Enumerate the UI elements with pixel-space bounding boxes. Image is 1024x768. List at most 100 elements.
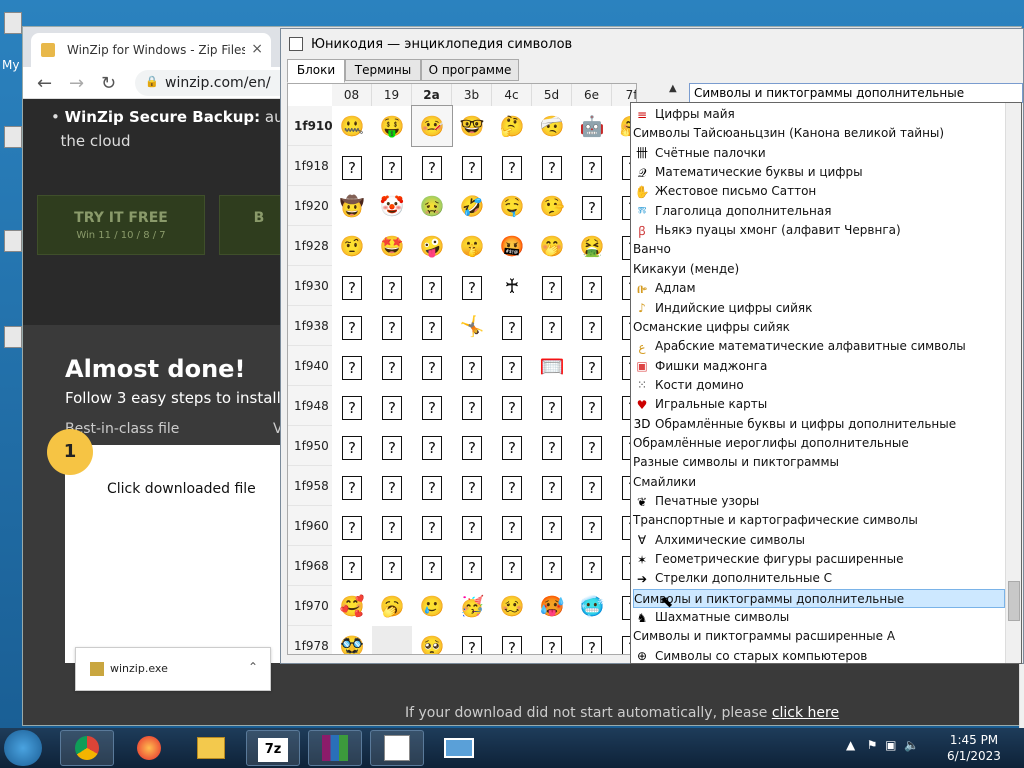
character-cell[interactable]: ? bbox=[372, 266, 412, 306]
start-button[interactable] bbox=[4, 730, 42, 766]
browser-tab[interactable]: WinZip for Windows - Zip Files, U × bbox=[31, 33, 271, 67]
character-cell[interactable]: ? bbox=[532, 626, 572, 654]
character-cell[interactable]: ? bbox=[572, 306, 612, 346]
character-cell[interactable]: 🥶 bbox=[572, 586, 612, 626]
character-cell[interactable]: 🤥 bbox=[532, 186, 572, 226]
character-cell[interactable]: 🥺 bbox=[412, 626, 452, 654]
character-cell[interactable]: ? bbox=[372, 346, 412, 386]
dropdown-scrollbar[interactable] bbox=[1005, 103, 1021, 663]
character-cell[interactable]: 🥸 bbox=[332, 626, 372, 654]
character-cell[interactable]: ? bbox=[492, 626, 532, 654]
character-cell[interactable]: 🤤 bbox=[492, 186, 532, 226]
character-cell[interactable]: ? bbox=[332, 146, 372, 186]
character-cell[interactable]: 🤢 bbox=[412, 186, 452, 226]
dropdown-option[interactable]: ⁙ Кости домино bbox=[633, 376, 1005, 395]
character-cell[interactable]: ? bbox=[332, 266, 372, 306]
character-cell[interactable]: ? bbox=[452, 506, 492, 546]
address-bar[interactable]: 🔒 winzip.com/en/ bbox=[135, 70, 295, 96]
dropdown-option[interactable]: ع Арабские математические алфавитные симв… bbox=[633, 337, 1005, 356]
character-cell[interactable]: 🤪 bbox=[412, 226, 452, 266]
character-cell[interactable]: ? bbox=[492, 546, 532, 586]
dropdown-option[interactable]: ♥ Игральные карты bbox=[633, 395, 1005, 414]
character-cell[interactable]: ? bbox=[532, 506, 572, 546]
character-cell[interactable]: ? bbox=[372, 306, 412, 346]
character-cell[interactable]: ? bbox=[452, 626, 492, 654]
character-cell[interactable]: 🤕 bbox=[532, 106, 572, 146]
character-cell[interactable]: ? bbox=[572, 626, 612, 654]
sort-arrow-icon[interactable]: ▲ bbox=[669, 83, 677, 94]
try-free-button[interactable]: TRY IT FREE Win 11 / 10 / 8 / 7 bbox=[37, 195, 205, 255]
character-cell[interactable]: ? bbox=[572, 546, 612, 586]
tab-blocks[interactable]: Блоки bbox=[287, 59, 345, 83]
character-cell[interactable]: 🤩 bbox=[372, 226, 412, 266]
dropdown-option[interactable]: Символы Тайсюаньцзин (Канона великой тай… bbox=[633, 124, 1005, 143]
character-cell[interactable]: ? bbox=[332, 346, 372, 386]
character-cell[interactable]: 🤫 bbox=[452, 226, 492, 266]
back-arrow-icon[interactable]: ← bbox=[37, 73, 52, 94]
dropdown-option[interactable]: ∀ Алхимические символы bbox=[633, 531, 1005, 550]
unicodia-taskbar-icon[interactable] bbox=[370, 730, 424, 766]
show-hidden-icons[interactable]: ▲ bbox=[846, 738, 855, 752]
chevron-up-icon[interactable]: ⌃ bbox=[248, 660, 258, 674]
character-cell[interactable]: ? bbox=[412, 346, 452, 386]
character-cell[interactable]: 🤮 bbox=[572, 226, 612, 266]
character-cell[interactable]: 🤸 bbox=[452, 306, 492, 346]
character-cell[interactable]: 🥱 bbox=[372, 586, 412, 626]
7zip-taskbar-icon[interactable]: 7z bbox=[246, 730, 300, 766]
character-cell[interactable]: ? bbox=[532, 306, 572, 346]
character-cell[interactable]: ? bbox=[452, 466, 492, 506]
character-cell[interactable] bbox=[372, 626, 412, 654]
forward-arrow-icon[interactable]: → bbox=[69, 73, 84, 94]
character-cell[interactable]: ? bbox=[452, 426, 492, 466]
firefox-taskbar-icon[interactable] bbox=[122, 730, 176, 766]
character-cell[interactable]: ? bbox=[532, 266, 572, 306]
character-cell[interactable]: ? bbox=[532, 426, 572, 466]
clock[interactable]: 1:45 PM 6/1/2023 bbox=[946, 732, 1002, 764]
character-cell[interactable]: 🥲 bbox=[412, 586, 452, 626]
dropdown-option[interactable]: 𝒬 Математические буквы и цифры bbox=[633, 163, 1005, 182]
click-here-link[interactable]: click here bbox=[772, 705, 839, 721]
character-cell[interactable]: ? bbox=[412, 146, 452, 186]
character-cell[interactable]: 🥵 bbox=[532, 586, 572, 626]
dropdown-option[interactable]: ♪ Индийские цифры сийяк bbox=[633, 299, 1005, 318]
dropdown-option[interactable]: 卌 Счётные палочки bbox=[633, 144, 1005, 163]
character-cell[interactable]: ? bbox=[572, 506, 612, 546]
dropdown-option[interactable]: ✶ Геометрические фигуры расширенные bbox=[633, 550, 1005, 569]
character-cell[interactable]: ? bbox=[452, 346, 492, 386]
dropdown-option[interactable]: Символы и пиктограммы дополнительные bbox=[633, 588, 1005, 608]
dropdown-option[interactable]: ꞵ Ньякэ пуацы хмонг (алфавит Червнга) bbox=[633, 221, 1005, 240]
desktop-icon[interactable] bbox=[4, 12, 22, 34]
character-cell[interactable]: 🤨 bbox=[332, 226, 372, 266]
character-cell[interactable]: 🤭 bbox=[532, 226, 572, 266]
desktop-icon[interactable] bbox=[4, 230, 22, 252]
character-cell[interactable]: ? bbox=[412, 426, 452, 466]
reload-icon[interactable]: ↻ bbox=[101, 73, 116, 94]
action-center-icon[interactable]: ⚑ bbox=[867, 738, 878, 752]
character-cell[interactable]: ? bbox=[492, 466, 532, 506]
download-item[interactable]: winzip.exe ⌃ bbox=[75, 647, 271, 691]
dropdown-option[interactable]: Символы и пиктограммы расширенные А bbox=[633, 627, 1005, 646]
tab-terms[interactable]: Термины bbox=[345, 59, 421, 81]
character-cell[interactable]: 🤡 bbox=[372, 186, 412, 226]
character-cell[interactable]: ? bbox=[492, 306, 532, 346]
character-cell[interactable]: 🥅 bbox=[532, 346, 572, 386]
dropdown-option[interactable]: ✋ Жестовое письмо Саттон bbox=[633, 182, 1005, 201]
dropdown-option[interactable]: ❦ Печатные узоры bbox=[633, 492, 1005, 511]
character-cell[interactable]: 🤖 bbox=[572, 106, 612, 146]
character-cell[interactable]: ? bbox=[492, 346, 532, 386]
character-cell[interactable]: ? bbox=[452, 266, 492, 306]
character-cell[interactable]: ? bbox=[412, 506, 452, 546]
character-cell[interactable]: ? bbox=[412, 386, 452, 426]
character-cell[interactable]: ? bbox=[372, 146, 412, 186]
winrar-taskbar-icon[interactable] bbox=[308, 730, 362, 766]
character-cell[interactable]: ? bbox=[332, 386, 372, 426]
character-cell[interactable]: ? bbox=[572, 186, 612, 226]
character-cell[interactable]: ? bbox=[372, 386, 412, 426]
character-cell[interactable]: ? bbox=[332, 306, 372, 346]
character-cell[interactable]: ? bbox=[572, 146, 612, 186]
character-cell[interactable]: ? bbox=[452, 386, 492, 426]
dropdown-option[interactable]: Кикакуи (менде) bbox=[633, 260, 1005, 279]
dropdown-option[interactable]: ⊕ Символы со старых компьютеров bbox=[633, 647, 1005, 663]
character-cell[interactable]: ? bbox=[372, 466, 412, 506]
character-cell[interactable]: ? bbox=[572, 266, 612, 306]
